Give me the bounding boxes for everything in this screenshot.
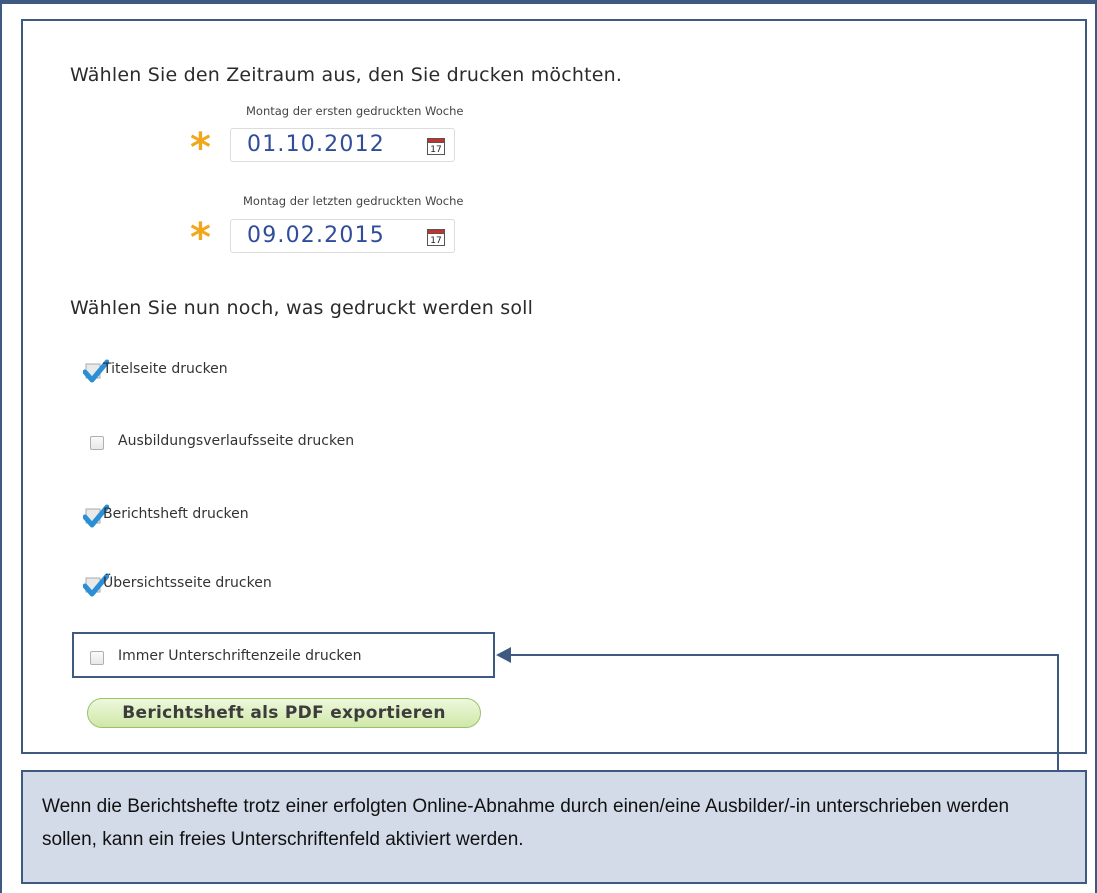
callout-connector-arrow (496, 647, 1059, 770)
info-callout: Wenn die Berichtshefte trotz einer erfol… (21, 770, 1087, 884)
callout-text: Wenn die Berichtshefte trotz einer erfol… (42, 796, 1010, 850)
